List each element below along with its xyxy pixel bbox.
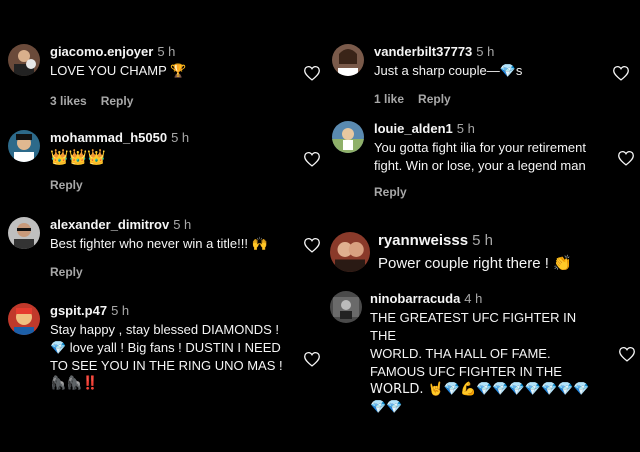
comment-time: 5 h bbox=[456, 121, 475, 136]
likes-count[interactable]: 3 likes bbox=[50, 94, 87, 108]
comment-time: 4 h bbox=[464, 291, 483, 306]
comment-time: 5 h bbox=[173, 217, 192, 232]
avatar[interactable] bbox=[330, 291, 362, 323]
comment-username[interactable]: alexander_dimitrov bbox=[50, 217, 169, 232]
like-heart-icon[interactable] bbox=[303, 65, 321, 81]
comment-text-line: fight. Win or lose, your a legend man bbox=[374, 158, 586, 173]
comment-username[interactable]: mohammad_h5050 bbox=[50, 130, 167, 145]
comment-text-line: THE GREATEST UFC FIGHTER IN THE bbox=[370, 310, 577, 343]
avatar[interactable] bbox=[8, 130, 40, 162]
comment-text-line: Stay happy , stay blessed DIAMONDS ! bbox=[50, 322, 280, 337]
comment-username[interactable]: ryannweisss bbox=[378, 232, 468, 249]
like-heart-icon[interactable] bbox=[617, 150, 635, 166]
reply-button[interactable]: Reply bbox=[418, 92, 451, 106]
comment-text-line: 🦍🦍‼️ bbox=[50, 376, 99, 391]
like-heart-icon[interactable] bbox=[303, 351, 321, 367]
avatar[interactable] bbox=[8, 217, 40, 249]
reply-button[interactable]: Reply bbox=[50, 265, 83, 279]
comment-text-line: WORLD. THA HALL OF FAME. bbox=[370, 346, 551, 361]
comment-text: You gotta fight ilia for your retirement… bbox=[374, 139, 604, 175]
avatar[interactable] bbox=[8, 303, 40, 335]
reply-button[interactable]: Reply bbox=[101, 94, 134, 108]
avatar[interactable] bbox=[8, 44, 40, 76]
like-heart-icon[interactable] bbox=[303, 151, 321, 167]
likes-count[interactable]: 1 like bbox=[374, 92, 404, 106]
comment-text: Best fighter who never win a title!!! 🙌 bbox=[50, 236, 268, 251]
comment-text: THE GREATEST UFC FIGHTER IN THE WORLD. T… bbox=[370, 309, 604, 417]
comment-text: Just a sharp couple—💎s bbox=[374, 63, 523, 78]
comment-time: 5 h bbox=[472, 232, 493, 249]
comment-text-line: You gotta fight ilia for your retirement bbox=[374, 140, 586, 155]
right-comment-column: vanderbilt37773 5 h Just a sharp couple—💎… bbox=[320, 0, 640, 452]
avatar[interactable] bbox=[330, 232, 370, 272]
comment-time: 5 h bbox=[157, 44, 176, 59]
avatar[interactable] bbox=[332, 121, 364, 153]
comment-text-line: 💎💎 bbox=[370, 400, 403, 415]
comment-username[interactable]: giacomo.enjoyer bbox=[50, 44, 153, 59]
comment-text-line: 💎 love yall ! Big fans ! DUSTIN I NEED bbox=[50, 340, 281, 355]
avatar[interactable] bbox=[332, 44, 364, 76]
comment-text-line: FAMOUS UFC FIGHTER IN THE bbox=[370, 364, 562, 379]
comment-time: 5 h bbox=[476, 44, 495, 59]
comment-text-line: WORLD. 🤘💎💪💎💎💎💎💎💎💎 bbox=[370, 382, 590, 397]
comment-text: Power couple right there ! 👏 bbox=[378, 255, 572, 272]
reply-button[interactable]: Reply bbox=[374, 185, 407, 199]
comment-username[interactable]: louie_alden1 bbox=[374, 121, 453, 136]
comment-username[interactable]: gspit.p47 bbox=[50, 303, 107, 318]
comment-username[interactable]: vanderbilt37773 bbox=[374, 44, 472, 59]
comment-time: 5 h bbox=[111, 303, 130, 318]
comment-time: 5 h bbox=[171, 130, 190, 145]
like-heart-icon[interactable] bbox=[303, 237, 321, 253]
comment-text: LOVE YOU CHAMP 🏆 bbox=[50, 63, 187, 78]
like-heart-icon[interactable] bbox=[612, 65, 630, 81]
comment-text: 👑👑👑 bbox=[50, 148, 107, 166]
reply-button[interactable]: Reply bbox=[50, 178, 83, 192]
comment-username[interactable]: ninobarracuda bbox=[370, 291, 460, 306]
comment-text: Stay happy , stay blessed DIAMONDS ! 💎 l… bbox=[50, 321, 284, 393]
comment-text-line: TO SEE YOU IN THE RING UNO MAS ! bbox=[50, 358, 283, 373]
left-comment-column: giacomo.enjoyer 5 h LOVE YOU CHAMP 🏆 3 li… bbox=[0, 0, 320, 452]
like-heart-icon[interactable] bbox=[618, 346, 636, 362]
